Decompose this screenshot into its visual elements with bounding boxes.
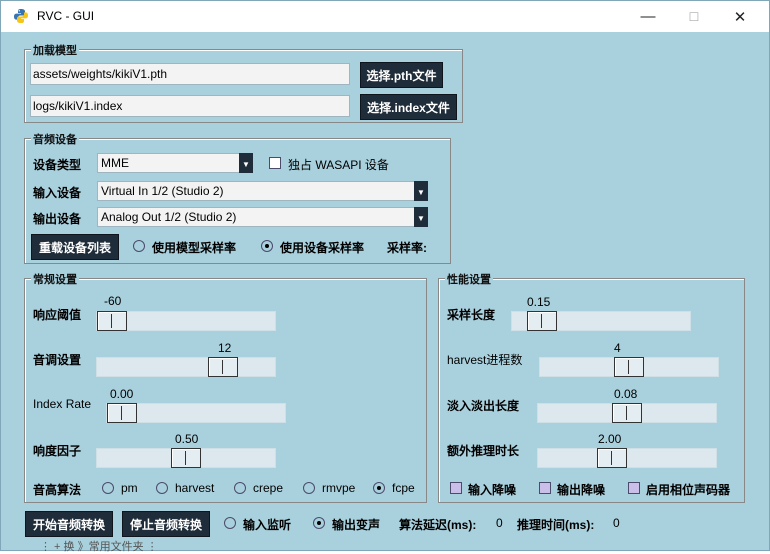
threshold-label: 响应阈值 [33, 308, 82, 322]
stop-conversion-button[interactable]: 停止音频转换 [122, 511, 210, 537]
f0-option-harvest: harvest [175, 481, 215, 495]
chevron-down-icon: ▼ [414, 181, 428, 201]
extra-time-slider[interactable] [537, 448, 717, 468]
minimize-button[interactable]: — [625, 1, 671, 32]
model-sr-radio[interactable] [133, 240, 145, 252]
block-time-label: 采样长度 [447, 308, 496, 322]
device-type-select[interactable]: MME ▼ [97, 153, 253, 173]
harvest-process-slider-handle[interactable] [614, 357, 644, 377]
index-rate-value: 0.00 [110, 387, 134, 401]
phase-vocoder-checkbox[interactable] [628, 482, 640, 494]
delay-value: 0 [496, 516, 503, 530]
harvest-process-value: 4 [614, 341, 621, 355]
start-conversion-button[interactable]: 开始音频转换 [25, 511, 113, 537]
input-monitor-radio[interactable] [224, 517, 236, 529]
crossfade-slider-handle[interactable] [612, 403, 642, 423]
f0-radio-fcpe[interactable] [373, 482, 385, 494]
index-rate-slider-handle[interactable] [107, 403, 137, 423]
block-time-value: 0.15 [527, 295, 551, 309]
rms-slider-handle[interactable] [171, 448, 201, 468]
audio-device-legend: 音频设备 [31, 131, 79, 147]
index-rate-label: Index Rate [33, 397, 92, 411]
input-denoise-checkbox[interactable] [450, 482, 462, 494]
threshold-slider-handle[interactable] [97, 311, 127, 331]
pitch-label: 音调设置 [33, 353, 82, 367]
output-device-label: 输出设备 [33, 212, 82, 226]
device-sr-label: 使用设备采样率 [280, 241, 365, 255]
output-denoise-checkbox[interactable] [539, 482, 551, 494]
output-voice-radio[interactable] [313, 517, 325, 529]
chevron-down-icon: ▼ [414, 207, 428, 227]
device-type-label: 设备类型 [33, 158, 82, 172]
f0-radio-harvest[interactable] [156, 482, 168, 494]
background-window-text: ⋮ + 换 》常用文件夹 ⋮ [40, 541, 158, 553]
sample-rate-label: 采样率: [387, 241, 427, 255]
infer-time-value: 0 [613, 516, 620, 530]
performance-settings-legend: 性能设置 [445, 271, 493, 287]
f0-option-crepe: crepe [253, 481, 284, 495]
rms-slider[interactable] [96, 448, 276, 468]
input-denoise-label: 输入降噪 [468, 483, 517, 497]
f0-method-label: 音高算法 [33, 483, 82, 497]
close-button[interactable]: ✕ [717, 1, 763, 32]
input-device-value: Virtual In 1/2 (Studio 2) [101, 184, 224, 198]
crossfade-value: 0.08 [614, 387, 638, 401]
device-type-value: MME [101, 156, 129, 170]
output-device-value: Analog Out 1/2 (Studio 2) [101, 210, 237, 224]
rms-label: 响度因子 [33, 444, 82, 458]
output-device-select[interactable]: Analog Out 1/2 (Studio 2) ▼ [97, 207, 428, 227]
chevron-down-icon: ▼ [239, 153, 253, 173]
output-voice-label: 输出变声 [332, 518, 381, 532]
block-time-slider[interactable] [511, 311, 691, 331]
crossfade-slider[interactable] [537, 403, 717, 423]
general-settings-legend: 常规设置 [31, 271, 79, 287]
close-icon: ✕ [733, 8, 747, 26]
f0-option-pm: pm [121, 481, 138, 495]
f0-radio-rmvpe[interactable] [303, 482, 315, 494]
pth-path-field[interactable]: assets/weights/kikiV1.pth [30, 63, 350, 85]
minimize-icon: — [640, 8, 656, 25]
phase-vocoder-label: 启用相位声码器 [646, 483, 731, 497]
extra-time-value: 2.00 [598, 432, 622, 446]
harvest-process-slider[interactable] [539, 357, 719, 377]
device-sr-radio[interactable] [261, 240, 273, 252]
infer-time-label: 推理时间(ms): [517, 518, 595, 532]
input-device-select[interactable]: Virtual In 1/2 (Studio 2) ▼ [97, 181, 428, 201]
python-icon [14, 9, 28, 23]
pitch-slider-handle[interactable] [208, 357, 238, 377]
index-rate-slider[interactable] [106, 403, 286, 423]
load-model-legend: 加载模型 [31, 42, 79, 58]
pitch-value: 12 [218, 341, 232, 355]
title-bar: RVC - GUI — ☐ ✕ [1, 1, 769, 32]
model-sr-label: 使用模型采样率 [152, 241, 237, 255]
wasapi-label: 独占 WASAPI 设备 [288, 158, 389, 172]
rms-value: 0.50 [175, 432, 199, 446]
threshold-value: -60 [104, 294, 122, 308]
input-monitor-label: 输入监听 [243, 518, 292, 532]
output-denoise-label: 输出降噪 [557, 483, 606, 497]
input-device-label: 输入设备 [33, 186, 82, 200]
f0-option-fcpe: fcpe [392, 481, 415, 495]
extra-time-slider-handle[interactable] [597, 448, 627, 468]
select-pth-button[interactable]: 选择.pth文件 [360, 62, 443, 88]
f0-radio-crepe[interactable] [234, 482, 246, 494]
rvc-window: RVC - GUI — ☐ ✕ 加载模型 assets/weights/kiki… [0, 0, 770, 551]
delay-label: 算法延迟(ms): [399, 518, 477, 532]
window-title: RVC - GUI [37, 9, 95, 23]
harvest-process-label: harvest进程数 [447, 353, 523, 367]
maximize-button[interactable]: ☐ [671, 1, 717, 32]
index-path-field[interactable]: logs/kikiV1.index [30, 95, 350, 117]
threshold-slider[interactable] [96, 311, 276, 331]
maximize-icon: ☐ [688, 9, 700, 24]
f0-radio-pm[interactable] [102, 482, 114, 494]
pitch-slider[interactable] [96, 357, 276, 377]
f0-option-rmvpe: rmvpe [322, 481, 356, 495]
select-index-button[interactable]: 选择.index文件 [360, 94, 457, 120]
block-time-slider-handle[interactable] [527, 311, 557, 331]
wasapi-checkbox[interactable] [269, 157, 281, 169]
reload-devices-button[interactable]: 重载设备列表 [31, 234, 119, 260]
crossfade-label: 淡入淡出长度 [447, 399, 520, 413]
extra-time-label: 额外推理时长 [447, 444, 520, 458]
